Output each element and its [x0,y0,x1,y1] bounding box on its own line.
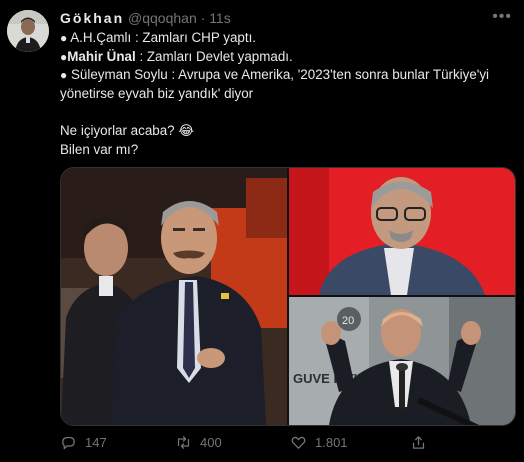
retweet-count: 400 [200,435,222,450]
tweet-line: ● Süleyman Soylu : Avrupa ve Amerika, '2… [60,66,510,85]
tweet-line: ●Mahir Ünal : Zamları Devlet yapmadı. [60,48,510,67]
avatar-image [7,10,49,52]
reply-button[interactable]: 147 [60,434,107,451]
tweet-line: yönetirse eyvah biz yandık' diyor [60,85,254,101]
more-icon[interactable]: ••• [492,8,512,26]
tweet-line: ● A.H.Çamlı : Zamları CHP yaptı. [60,29,510,48]
tweet-line-text: Süleyman Soylu : Avrupa ve Amerika, '202… [70,67,490,83]
like-button[interactable]: 1.801 [290,434,348,451]
avatar[interactable] [7,10,49,52]
tweet-line-bold: Mahir Ünal [67,48,136,64]
like-count: 1.801 [315,435,348,450]
share-icon [412,436,425,449]
tweet-line-text: A.H.Çamlı : Zamları CHP yaptı. [70,30,257,45]
bullet-icon: ● [60,68,68,83]
bullet-icon: ● [60,31,68,45]
photo-parliament[interactable] [61,168,287,425]
speaker-badge-text: 20 [342,315,354,327]
author-name[interactable]: Gökhan [60,10,124,26]
tweet-text: ● A.H.Çamlı : Zamları CHP yaptı. ●Mahir … [60,29,510,159]
retweet-button[interactable]: 400 [175,434,222,451]
time-separator: · [200,10,206,26]
tweet[interactable]: Gökhan @qqoqhan · 11s ••• ● A.H.Çamlı : … [0,0,524,462]
reply-count: 147 [85,435,107,450]
reply-icon [62,436,75,450]
author-handle[interactable]: @qqoqhan [128,10,197,26]
like-icon [291,436,306,449]
tweet-time[interactable]: 11s [209,10,231,26]
media-grid[interactable]: GUVE ISTIK 20 [60,167,516,426]
share-button[interactable] [410,434,427,451]
photo-speaker[interactable]: GUVE ISTIK 20 [289,297,515,425]
photo-red-portrait[interactable] [289,168,515,295]
tweet-line-text: : Zamları Devlet yapmadı. [139,48,293,64]
tweet-line: Ne içiyorlar acaba? 😂 [60,122,194,138]
retweet-icon [177,436,190,449]
tweet-line: Bilen var mı? [60,141,139,157]
tweet-actions: 147 400 1.801 [60,430,510,454]
tweet-header: Gökhan @qqoqhan · 11s [60,10,231,26]
